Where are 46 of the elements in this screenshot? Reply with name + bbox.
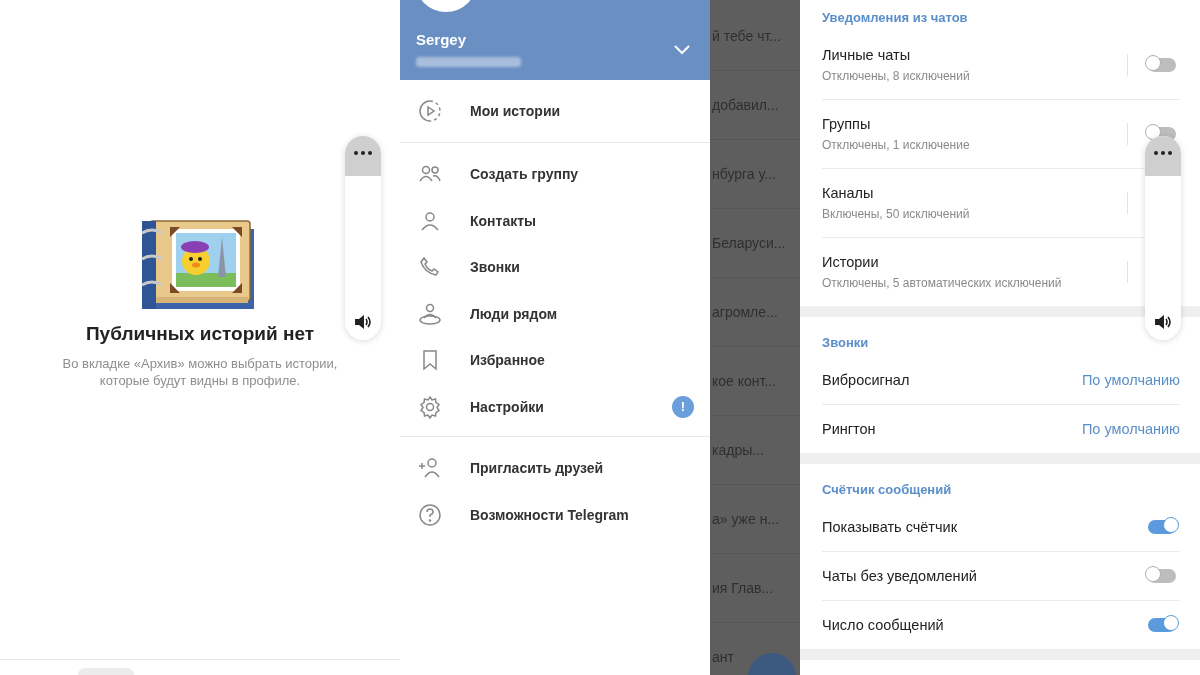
setting-title: Чаты без уведомлений [822,568,978,584]
toggle-switch[interactable] [1148,618,1176,632]
section-header: Звонки [822,334,870,352]
person-on-ring-icon [418,301,442,326]
setting-subtitle: Отключены, 1 исключение [822,138,971,152]
chevron-down-icon[interactable] [674,45,690,55]
more-button[interactable] [1145,136,1181,176]
empty-description: Во вкладке «Архив» можно выбрать истории, которые будут видны в профиле. [61,355,339,389]
setting-title: Показывать счётчик [822,519,958,535]
empty-title: Публичных историй нет [85,323,315,345]
setting-title: Вибросигнал [822,372,911,388]
user-name: Sergey [416,31,467,48]
more-button[interactable] [345,136,381,176]
question-mark-icon [418,502,442,527]
setting-value[interactable]: По умолчанию [1081,421,1180,437]
menu-item[interactable]: Возможности Telegram [400,491,710,538]
menu-item[interactable]: Создать группу [400,151,710,198]
more-icon [354,151,372,155]
alert-badge: ! [672,395,694,418]
setting-title: Число сообщений [822,617,945,633]
section-header: Уведомления из чатов [822,9,969,27]
setting-title: Группы [822,116,872,132]
menu-item[interactable]: Люди рядом [400,290,710,337]
settings-icon [418,394,442,419]
setting-title: Истории [822,254,880,270]
setting-title: Личные чаты [822,47,912,63]
section-header: Счётчик сообщений [822,481,953,499]
toggle-switch[interactable] [1148,569,1176,583]
speaker-icon[interactable] [354,314,372,330]
setting-value[interactable]: По умолчанию [1081,372,1180,388]
menu-item[interactable]: Настройки ! [400,383,710,430]
menu-item[interactable]: Мои истории [400,80,710,142]
play-circle-icon [418,99,442,123]
menu-item[interactable]: Звонки [400,244,710,291]
setting-subtitle: Отключены, 5 автоматических исключений [822,276,1063,290]
toggle-switch[interactable] [1148,58,1176,72]
more-icon [1154,151,1172,155]
setting-title: Каналы [822,185,875,201]
setting-subtitle: Отключены, 8 исключений [822,69,971,83]
setting-title: Рингтон [822,421,877,437]
setting-subtitle: Включены, 50 исключений [822,207,971,221]
menu-item[interactable]: Контакты [400,197,710,244]
toggle-switch[interactable] [1148,520,1176,534]
speaker-icon[interactable] [1154,314,1172,330]
menu-item[interactable]: Пригласить друзей [400,445,710,492]
menu-item[interactable]: Избранное [400,337,710,384]
